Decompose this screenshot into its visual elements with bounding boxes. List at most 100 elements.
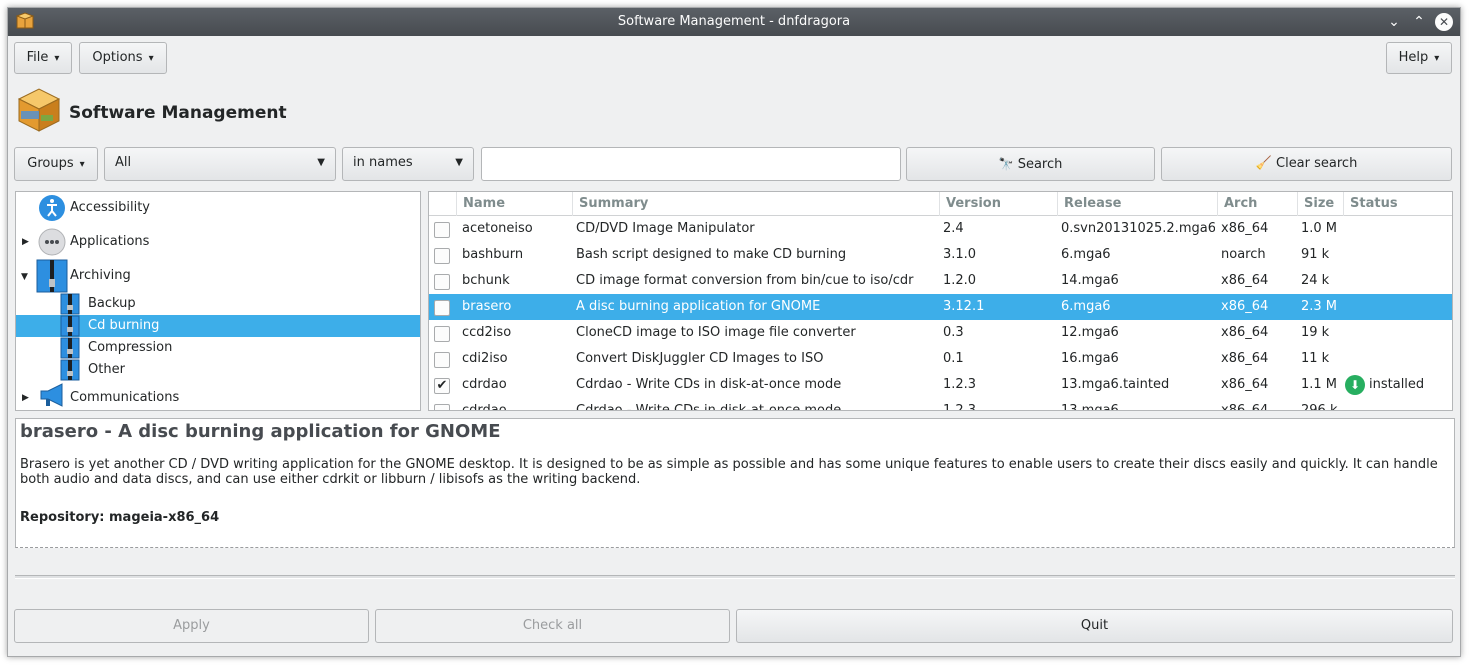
chevron-down-icon: ▾	[54, 53, 60, 64]
cell-summary: A disc burning application for GNOME	[576, 299, 821, 314]
tree-item-other[interactable]: Other	[16, 359, 420, 381]
column-header-version[interactable]: Version	[939, 192, 1057, 216]
installed-icon: ⬇	[1345, 374, 1365, 395]
groups-button[interactable]: Groups ▾	[14, 147, 98, 181]
main-window: Software Management - dnfdragora ⌄ ⌃ ✕ F…	[7, 7, 1461, 657]
title-bar[interactable]: Software Management - dnfdragora ⌄ ⌃ ✕	[8, 8, 1460, 36]
chevron-down-icon: ▾	[1434, 53, 1440, 64]
check-all-button[interactable]: Check all	[375, 609, 730, 643]
quit-button[interactable]: Quit	[736, 609, 1453, 643]
close-icon[interactable]: ✕	[1435, 13, 1453, 31]
cell-release: 14.mga6	[1061, 273, 1119, 288]
minimize-icon[interactable]: ⌄	[1384, 12, 1404, 32]
tree-item-applications[interactable]: ▶ Applications	[16, 228, 420, 256]
tree-label: Communications	[70, 390, 180, 405]
tree-item-backup[interactable]: Backup	[16, 293, 420, 315]
options-menu-label: Options	[92, 50, 143, 65]
cell-release: 0.svn20131025.2.mga6	[1061, 221, 1215, 236]
cell-version: 1.2.3	[943, 377, 977, 392]
cell-summary: CD image format conversion from bin/cue …	[576, 273, 914, 288]
search-button-label: Search	[1017, 157, 1063, 172]
cell-version: 1.2.0	[943, 273, 977, 288]
tree-item-compression[interactable]: Compression	[16, 337, 420, 359]
tree-label: Cd burning	[88, 318, 160, 333]
expand-arrow-icon[interactable]: ▶	[22, 387, 29, 409]
column-header-name[interactable]: Name	[456, 192, 572, 216]
search-button[interactable]: 🔭 Search	[906, 147, 1155, 181]
cell-name: cdrdao	[462, 403, 507, 411]
row-checkbox[interactable]	[434, 300, 450, 316]
help-menu-label: Help	[1398, 50, 1429, 65]
cell-name: acetoneiso	[462, 221, 533, 236]
window-title: Software Management - dnfdragora	[617, 14, 851, 29]
cell-size: 24 k	[1301, 273, 1330, 288]
table-row[interactable]: bashburn Bash script designed to make CD …	[429, 242, 1452, 268]
apply-button[interactable]: Apply	[14, 609, 369, 643]
row-checkbox[interactable]	[434, 326, 450, 342]
cell-release: 13.mga6.tainted	[1061, 377, 1170, 392]
row-checkbox[interactable]	[434, 248, 450, 264]
cell-summary: Cdrdao - Write CDs in disk-at-once mode	[576, 377, 842, 392]
column-header-summary[interactable]: Summary	[572, 192, 939, 216]
column-header-arch[interactable]: Arch	[1217, 192, 1297, 216]
cell-arch: x86_64	[1221, 299, 1269, 314]
tree-item-archiving[interactable]: ▼ Archiving	[16, 259, 420, 293]
cell-summary: CD/DVD Image Manipulator	[576, 221, 755, 236]
row-checkbox[interactable]	[434, 274, 450, 290]
package-table[interactable]: Name Summary Version Release Arch Size S…	[428, 191, 1453, 411]
view-filter-select[interactable]: All ▼	[104, 147, 336, 181]
archive-icon	[60, 337, 80, 359]
table-row[interactable]: cdrdao Cdrdao - Write CDs in disk-at-once…	[429, 398, 1452, 411]
table-row[interactable]: acetoneiso CD/DVD Image Manipulator 2.4 0.s…	[429, 216, 1452, 242]
details-repository: Repository: mageia-x86_64	[20, 510, 220, 525]
tree-item-cd-burning[interactable]: Cd burning	[16, 315, 420, 337]
options-menu-button[interactable]: Options ▾	[79, 42, 167, 74]
tree-label: Other	[88, 362, 125, 377]
table-row[interactable]: bchunk CD image format conversion from bi…	[429, 268, 1452, 294]
cell-name: cdi2iso	[462, 351, 508, 366]
table-row[interactable]: cdi2iso Convert DiskJuggler CD Images to …	[429, 346, 1452, 372]
search-field-value: in names	[353, 155, 413, 170]
cell-version: 0.1	[943, 351, 964, 366]
chevron-down-icon: ▾	[148, 53, 154, 64]
collapse-arrow-icon[interactable]: ▼	[21, 266, 28, 288]
cell-release: 6.mga6	[1061, 247, 1111, 262]
column-header-size[interactable]: Size	[1297, 192, 1343, 216]
tree-label: Compression	[88, 340, 173, 355]
cell-version: 3.12.1	[943, 299, 985, 314]
clear-search-button[interactable]: 🧹 Clear search	[1161, 147, 1452, 181]
maximize-icon[interactable]: ⌃	[1409, 12, 1429, 32]
archive-icon	[60, 293, 80, 315]
tree-item-communications[interactable]: ▶ Communications	[16, 383, 420, 409]
search-input[interactable]	[481, 147, 901, 181]
row-checkbox[interactable]	[434, 404, 450, 410]
table-row[interactable]: brasero A disc burning application for GN…	[429, 294, 1452, 320]
file-menu-button[interactable]: File ▾	[14, 42, 72, 74]
cell-arch: x86_64	[1221, 273, 1269, 288]
cell-name: bchunk	[462, 273, 510, 288]
group-tree[interactable]: Accessibility ▶ Applications ▼ Archiving…	[15, 191, 421, 411]
cell-name: ccd2iso	[462, 325, 512, 340]
chevron-down-icon: ▼	[455, 157, 463, 168]
search-field-select[interactable]: in names ▼	[342, 147, 474, 181]
tree-item-accessibility[interactable]: Accessibility	[16, 195, 420, 221]
tree-label: Accessibility	[70, 200, 150, 215]
cell-version: 3.1.0	[943, 247, 977, 262]
column-header-release[interactable]: Release	[1057, 192, 1217, 216]
tree-label: Applications	[70, 234, 150, 249]
table-row[interactable]: ✔ cdrdao Cdrdao - Write CDs in disk-at-onc…	[429, 372, 1452, 398]
cell-arch: x86_64	[1221, 377, 1269, 392]
applications-icon	[38, 228, 66, 256]
row-checkbox[interactable]	[434, 352, 450, 368]
row-checkbox[interactable]	[434, 222, 450, 238]
cell-version: 2.4	[943, 221, 964, 236]
column-header-status[interactable]: Status	[1343, 192, 1452, 216]
cell-summary: Convert DiskJuggler CD Images to ISO	[576, 351, 824, 366]
row-checkbox[interactable]: ✔	[434, 378, 450, 394]
groups-label: Groups	[27, 156, 74, 171]
help-menu-button[interactable]: Help ▾	[1386, 42, 1452, 74]
table-row[interactable]: ccd2iso CloneCD image to ISO image file c…	[429, 320, 1452, 346]
cell-arch: x86_64	[1221, 403, 1269, 411]
expand-arrow-icon[interactable]: ▶	[22, 231, 29, 253]
table-header: Name Summary Version Release Arch Size S…	[429, 192, 1452, 216]
